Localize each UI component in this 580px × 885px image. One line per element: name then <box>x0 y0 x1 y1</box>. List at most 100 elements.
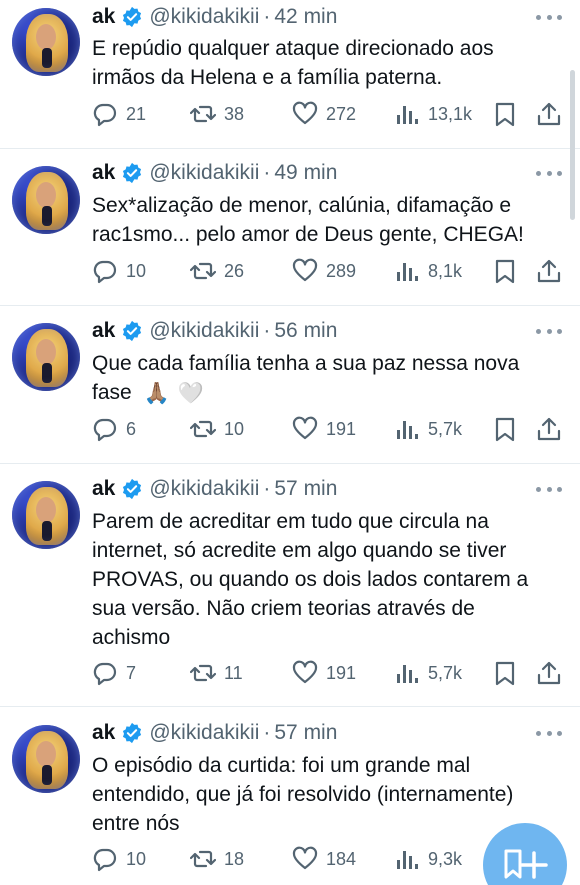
tweet-text-line: achismo <box>92 623 562 652</box>
scrollbar[interactable] <box>570 70 575 220</box>
more-icon[interactable] <box>536 479 562 499</box>
retweet-button[interactable]: 18 <box>190 844 244 874</box>
reply-icon <box>92 846 118 872</box>
author-name[interactable]: ak <box>92 721 115 745</box>
views-count: 9,3k <box>428 848 463 869</box>
bookmark-button[interactable] <box>492 256 518 286</box>
like-button[interactable]: 272 <box>292 99 356 129</box>
retweet-count: 18 <box>224 848 245 869</box>
more-dot <box>546 486 552 492</box>
more-icon[interactable] <box>536 723 562 743</box>
like-count: 184 <box>326 848 357 869</box>
tweet-text-content: Parem de acreditar em tudo que circula n… <box>92 510 489 533</box>
more-dot <box>536 486 541 492</box>
tweet-text-content: entre nós <box>92 812 180 835</box>
retweet-button[interactable]: 26 <box>190 256 244 286</box>
tweet-text-line: irmãos da Helena e a família paterna. <box>92 63 562 92</box>
more-dot <box>546 14 552 20</box>
praying-hands-emoji: 🙏🏽 <box>143 381 170 405</box>
avatar[interactable] <box>12 323 80 391</box>
avatar[interactable] <box>12 481 80 549</box>
reply-button[interactable]: 10 <box>92 844 146 874</box>
bookmark-button[interactable] <box>492 99 518 129</box>
bookmark-button[interactable] <box>492 414 518 444</box>
retweet-count: 26 <box>224 260 245 281</box>
like-button[interactable]: 191 <box>292 414 356 444</box>
tweet-text-content: sua versão. Não criem teorias através de <box>92 597 475 620</box>
retweet-button[interactable]: 11 <box>190 658 243 688</box>
tweet-header: ak @kikidakikii · 42 min <box>92 2 337 32</box>
views-button[interactable]: 5,7k <box>394 658 462 688</box>
verified-badge-icon <box>121 478 143 500</box>
author-handle[interactable]: @kikidakikii <box>149 477 259 501</box>
avatar[interactable] <box>12 8 80 76</box>
reply-button[interactable]: 21 <box>92 99 146 129</box>
share-button[interactable] <box>536 256 562 286</box>
reply-button[interactable]: 10 <box>92 256 146 286</box>
author-handle[interactable]: @kikidakikii <box>149 319 259 343</box>
tweet-timestamp[interactable]: 57 min <box>274 721 337 745</box>
tweet-divider <box>0 305 580 306</box>
more-dot <box>546 170 552 176</box>
avatar[interactable] <box>12 725 80 793</box>
more-dot <box>536 170 541 176</box>
more-dot <box>557 14 562 20</box>
retweet-icon <box>190 258 216 284</box>
bookmark-icon <box>492 258 518 284</box>
tweet-text-content: achismo <box>92 626 171 649</box>
avatar[interactable] <box>12 166 80 234</box>
separator-dot: · <box>263 161 271 184</box>
author-name[interactable]: ak <box>92 161 115 185</box>
more-icon[interactable] <box>536 321 562 341</box>
like-button[interactable]: 191 <box>292 658 356 688</box>
retweet-icon <box>190 660 216 686</box>
share-button[interactable] <box>536 414 562 444</box>
more-dot <box>536 14 541 20</box>
views-button[interactable]: 9,3k <box>394 844 462 874</box>
tweet-timestamp[interactable]: 57 min <box>274 477 337 501</box>
author-handle[interactable]: @kikidakikii <box>149 5 259 29</box>
tweet-text: O episódio da curtida: foi um grande mal… <box>92 751 562 838</box>
share-button[interactable] <box>536 99 562 129</box>
like-button[interactable]: 289 <box>292 256 356 286</box>
retweet-button[interactable]: 10 <box>190 414 244 444</box>
avatar-glow <box>12 166 80 234</box>
views-button[interactable]: 13,1k <box>394 99 472 129</box>
tweet-timestamp[interactable]: 49 min <box>274 161 337 185</box>
author-handle[interactable]: @kikidakikii <box>149 161 259 185</box>
tweet-header: ak @kikidakikii · 57 min <box>92 474 337 504</box>
tweet-text-line: fase 🙏🏽 🤍 <box>92 378 562 408</box>
verified-badge-icon <box>121 722 143 744</box>
share-button[interactable] <box>536 658 562 688</box>
reply-button[interactable]: 7 <box>92 658 136 688</box>
author-name[interactable]: ak <box>92 477 115 501</box>
tweet-text: Parem de acreditar em tudo que circula n… <box>92 507 562 652</box>
retweet-icon <box>190 416 216 442</box>
bookmark-icon <box>492 101 518 127</box>
like-button[interactable]: 184 <box>292 844 356 874</box>
more-icon[interactable] <box>536 7 562 27</box>
separator-dot: · <box>263 721 271 744</box>
tweet-timestamp[interactable]: 56 min <box>274 319 337 343</box>
more-icon[interactable] <box>536 163 562 183</box>
bookmark-icon <box>492 660 518 686</box>
tweet-divider <box>0 463 580 464</box>
tweet-timestamp[interactable]: 42 min <box>274 5 337 29</box>
share-icon <box>536 258 562 284</box>
author-handle[interactable]: @kikidakikii <box>149 721 259 745</box>
author-name[interactable]: ak <box>92 319 115 343</box>
views-button[interactable]: 8,1k <box>394 256 462 286</box>
verified-badge-icon <box>121 320 143 342</box>
tweet-header: ak @kikidakikii · 49 min <box>92 158 337 188</box>
retweet-icon <box>190 101 216 127</box>
reply-button[interactable]: 6 <box>92 414 136 444</box>
tweet-text-content: rac1smo... pelo amor de Deus gente, CHEG… <box>92 223 524 246</box>
author-name[interactable]: ak <box>92 5 115 29</box>
verified-badge-icon <box>121 6 143 28</box>
views-button[interactable]: 5,7k <box>394 414 462 444</box>
tweet-actions: 7 11 191 5,7k <box>92 658 572 688</box>
more-dot <box>557 170 562 176</box>
retweet-button[interactable]: 38 <box>190 99 244 129</box>
bookmark-button[interactable] <box>492 658 518 688</box>
tweet-text-content: O episódio da curtida: foi um grande mal <box>92 754 471 777</box>
